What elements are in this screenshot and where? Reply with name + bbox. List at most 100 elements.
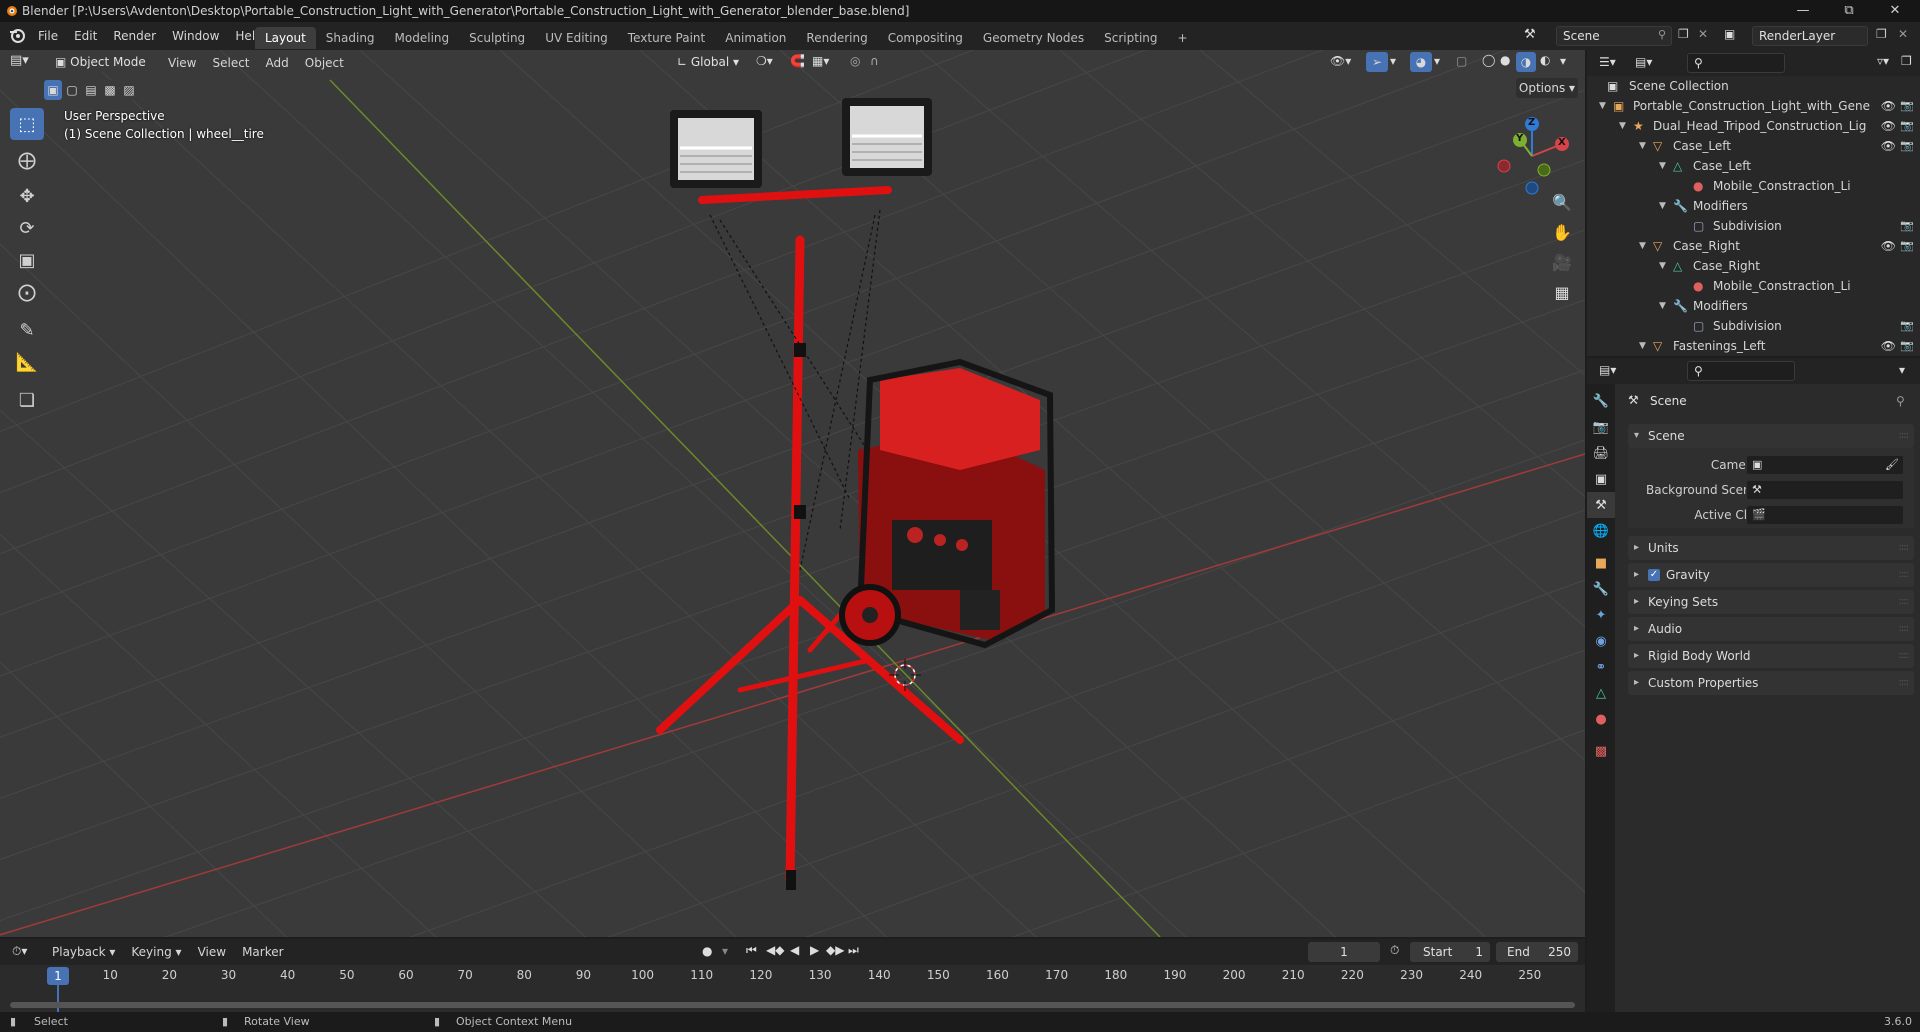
- expand-toggle-icon[interactable]: ▼: [1659, 196, 1666, 216]
- menu-render[interactable]: Render: [105, 25, 164, 47]
- perspective-grid-icon[interactable]: ▦: [1548, 278, 1576, 306]
- editor-type-icon[interactable]: ▤▾: [10, 53, 29, 68]
- transform-orientation-selector[interactable]: ∟ Global ▾: [670, 52, 746, 72]
- material-tab-icon[interactable]: ●: [1587, 706, 1615, 732]
- stopwatch-icon[interactable]: ⏱: [1390, 943, 1399, 958]
- menu-view[interactable]: View: [160, 52, 204, 74]
- 3d-viewport[interactable]: User Perspective (1) Scene Collection | …: [0, 50, 1585, 937]
- falloff-icon[interactable]: ∩: [870, 54, 879, 68]
- annotate-icon[interactable]: ✎: [10, 314, 44, 346]
- new-scene-icon[interactable]: ❐: [1678, 27, 1689, 41]
- tab-scripting[interactable]: Scripting: [1094, 27, 1167, 49]
- expand-toggle-icon[interactable]: ▼: [1639, 136, 1646, 156]
- tab-sculpting[interactable]: Sculpting: [459, 27, 535, 49]
- tab-animation[interactable]: Animation: [715, 27, 796, 49]
- rigid-body-world-panel-header[interactable]: ▸ Rigid Body World ::::: [1628, 644, 1914, 668]
- play-reverse-icon[interactable]: ◀: [790, 943, 799, 957]
- pin-icon[interactable]: ⚲: [1658, 28, 1666, 41]
- jump-start-icon[interactable]: ⏮: [746, 943, 757, 958]
- drag-grip-icon[interactable]: ::::: [1899, 536, 1910, 560]
- options-button[interactable]: Options ▾: [1516, 78, 1578, 98]
- eye-icon[interactable]: 👁: [1881, 236, 1896, 256]
- end-frame-field[interactable]: End 250: [1496, 942, 1578, 962]
- outliner-row[interactable]: ▼ △ Case_Left: [1587, 156, 1920, 176]
- add-workspace-button[interactable]: +: [1168, 27, 1198, 49]
- outliner-row[interactable]: ▢ Subdivision 📷: [1587, 316, 1920, 336]
- menu-edit[interactable]: Edit: [66, 25, 105, 47]
- gizmo-toggle-icon[interactable]: ➢: [1366, 52, 1388, 72]
- outliner-row[interactable]: ▼ ▽ Case_Left 👁 📷: [1587, 136, 1920, 156]
- select-mode-subtract-icon[interactable]: ▤: [82, 80, 100, 100]
- outliner-row[interactable]: ▼ 🔧 Modifiers: [1587, 296, 1920, 316]
- tab-rendering[interactable]: Rendering: [796, 27, 877, 49]
- select-mode-extend-icon[interactable]: ▢: [63, 80, 81, 100]
- camera-render-icon[interactable]: 📷: [1900, 136, 1914, 156]
- camera-render-icon[interactable]: 📷: [1900, 316, 1914, 336]
- camera-render-icon[interactable]: 📷: [1900, 216, 1914, 236]
- camera-render-icon[interactable]: 📷: [1900, 116, 1914, 136]
- pan-hand-icon[interactable]: ✋: [1548, 218, 1576, 246]
- constraints-tab-icon[interactable]: ⚭: [1587, 654, 1615, 680]
- xray-icon[interactable]: ▢: [1456, 54, 1467, 68]
- view-layer-selector[interactable]: RenderLayer: [1752, 26, 1868, 46]
- delete-view-layer-icon[interactable]: ✕: [1898, 27, 1908, 41]
- drag-grip-icon[interactable]: ::::: [1899, 617, 1910, 641]
- outliner-row[interactable]: ▼ ▽ Case_Right 👁 📷: [1587, 236, 1920, 256]
- expand-toggle-icon[interactable]: ▼: [1659, 156, 1666, 176]
- expand-toggle-icon[interactable]: ▼: [1619, 116, 1626, 136]
- properties-search-input[interactable]: ⚲: [1687, 361, 1795, 381]
- outliner-editor-icon[interactable]: ☰▾: [1599, 55, 1616, 69]
- select-mode-intersect-icon[interactable]: ▨: [120, 80, 138, 100]
- zoom-icon[interactable]: 🔍: [1548, 188, 1576, 216]
- gravity-panel-header[interactable]: ▸ ✓ Gravity ::::: [1628, 563, 1914, 587]
- keying-sets-panel-header[interactable]: ▸ Keying Sets ::::: [1628, 590, 1914, 614]
- expand-toggle-icon[interactable]: ▼: [1599, 96, 1606, 116]
- close-icon[interactable]: ✕: [1872, 0, 1918, 22]
- chevron-down-icon[interactable]: ▾: [1899, 363, 1905, 377]
- maximize-icon[interactable]: ⧉: [1826, 0, 1872, 22]
- shading-dropdown-icon[interactable]: ▾: [1560, 54, 1566, 68]
- drag-grip-icon[interactable]: ::::: [1899, 424, 1910, 448]
- physics-tab-icon[interactable]: ◉: [1587, 628, 1615, 654]
- custom-properties-panel-header[interactable]: ▸ Custom Properties ::::: [1628, 671, 1914, 695]
- tab-shading[interactable]: Shading: [316, 27, 385, 49]
- record-icon[interactable]: ●: [702, 944, 712, 958]
- timeline-scrollbar[interactable]: [10, 1002, 1575, 1008]
- minimize-icon[interactable]: —: [1780, 0, 1826, 22]
- units-panel-header[interactable]: ▸ Units ::::: [1628, 536, 1914, 560]
- view-layer-icon[interactable]: ▣: [1724, 27, 1735, 41]
- eyedropper-icon[interactable]: 🖌: [1885, 458, 1899, 471]
- mode-selector[interactable]: ▣ Object Mode ▾: [48, 52, 156, 72]
- camera-view-icon[interactable]: 🎥: [1548, 248, 1576, 276]
- drag-grip-icon[interactable]: ::::: [1899, 671, 1910, 695]
- gravity-checkbox[interactable]: ✓: [1648, 569, 1660, 581]
- outliner[interactable]: ☰▾ ▤▾ ⚲ ▿▾ ❐ ▣ Scene Collection ▼ ▣ Portab…: [1587, 50, 1920, 356]
- background-scene-field[interactable]: ⚒: [1746, 480, 1904, 500]
- modifier-tab-icon[interactable]: 🔧: [1587, 576, 1615, 602]
- outliner-row[interactable]: ▼ ▣ Portable_Construction_Light_with_Gene 👁…: [1587, 96, 1920, 116]
- cursor-icon[interactable]: ⨁: [10, 144, 44, 176]
- camera-field[interactable]: ▣ 🖌: [1746, 455, 1904, 475]
- active-clip-field[interactable]: 🎬: [1746, 505, 1904, 525]
- audio-panel-header[interactable]: ▸ Audio ::::: [1628, 617, 1914, 641]
- menu-file[interactable]: File: [30, 25, 66, 47]
- jump-end-icon[interactable]: ⏭: [848, 943, 859, 958]
- drag-grip-icon[interactable]: ::::: [1899, 563, 1910, 587]
- scene-selector[interactable]: Scene: [1556, 26, 1672, 46]
- display-mode-icon[interactable]: ▤▾: [1635, 55, 1652, 69]
- scene-panel-header[interactable]: ▾ Scene ::::: [1628, 424, 1914, 448]
- filter-icon[interactable]: ▿▾: [1877, 54, 1889, 68]
- menu-timeline-view[interactable]: View: [190, 941, 234, 963]
- move-icon[interactable]: ✥: [10, 180, 44, 212]
- snap-target-icon[interactable]: ▦▾: [812, 54, 829, 68]
- timeline-editor-icon[interactable]: ⏱▾: [12, 944, 27, 959]
- outliner-row[interactable]: ▼ ★ Dual_Head_Tripod_Construction_Lig 👁 📷: [1587, 116, 1920, 136]
- add-cube-icon[interactable]: ❏: [10, 384, 44, 416]
- wireframe-shading-icon[interactable]: ◯: [1482, 53, 1495, 67]
- properties-editor-icon[interactable]: ▤▾: [1599, 363, 1616, 377]
- eye-icon[interactable]: 👁: [1881, 336, 1896, 356]
- visibility-icon[interactable]: 👁▾: [1330, 54, 1351, 68]
- select-mode-new-icon[interactable]: ▣: [44, 80, 62, 100]
- select-box-icon[interactable]: ⬚: [10, 108, 44, 140]
- prev-keyframe-icon[interactable]: ◀◆: [766, 943, 784, 957]
